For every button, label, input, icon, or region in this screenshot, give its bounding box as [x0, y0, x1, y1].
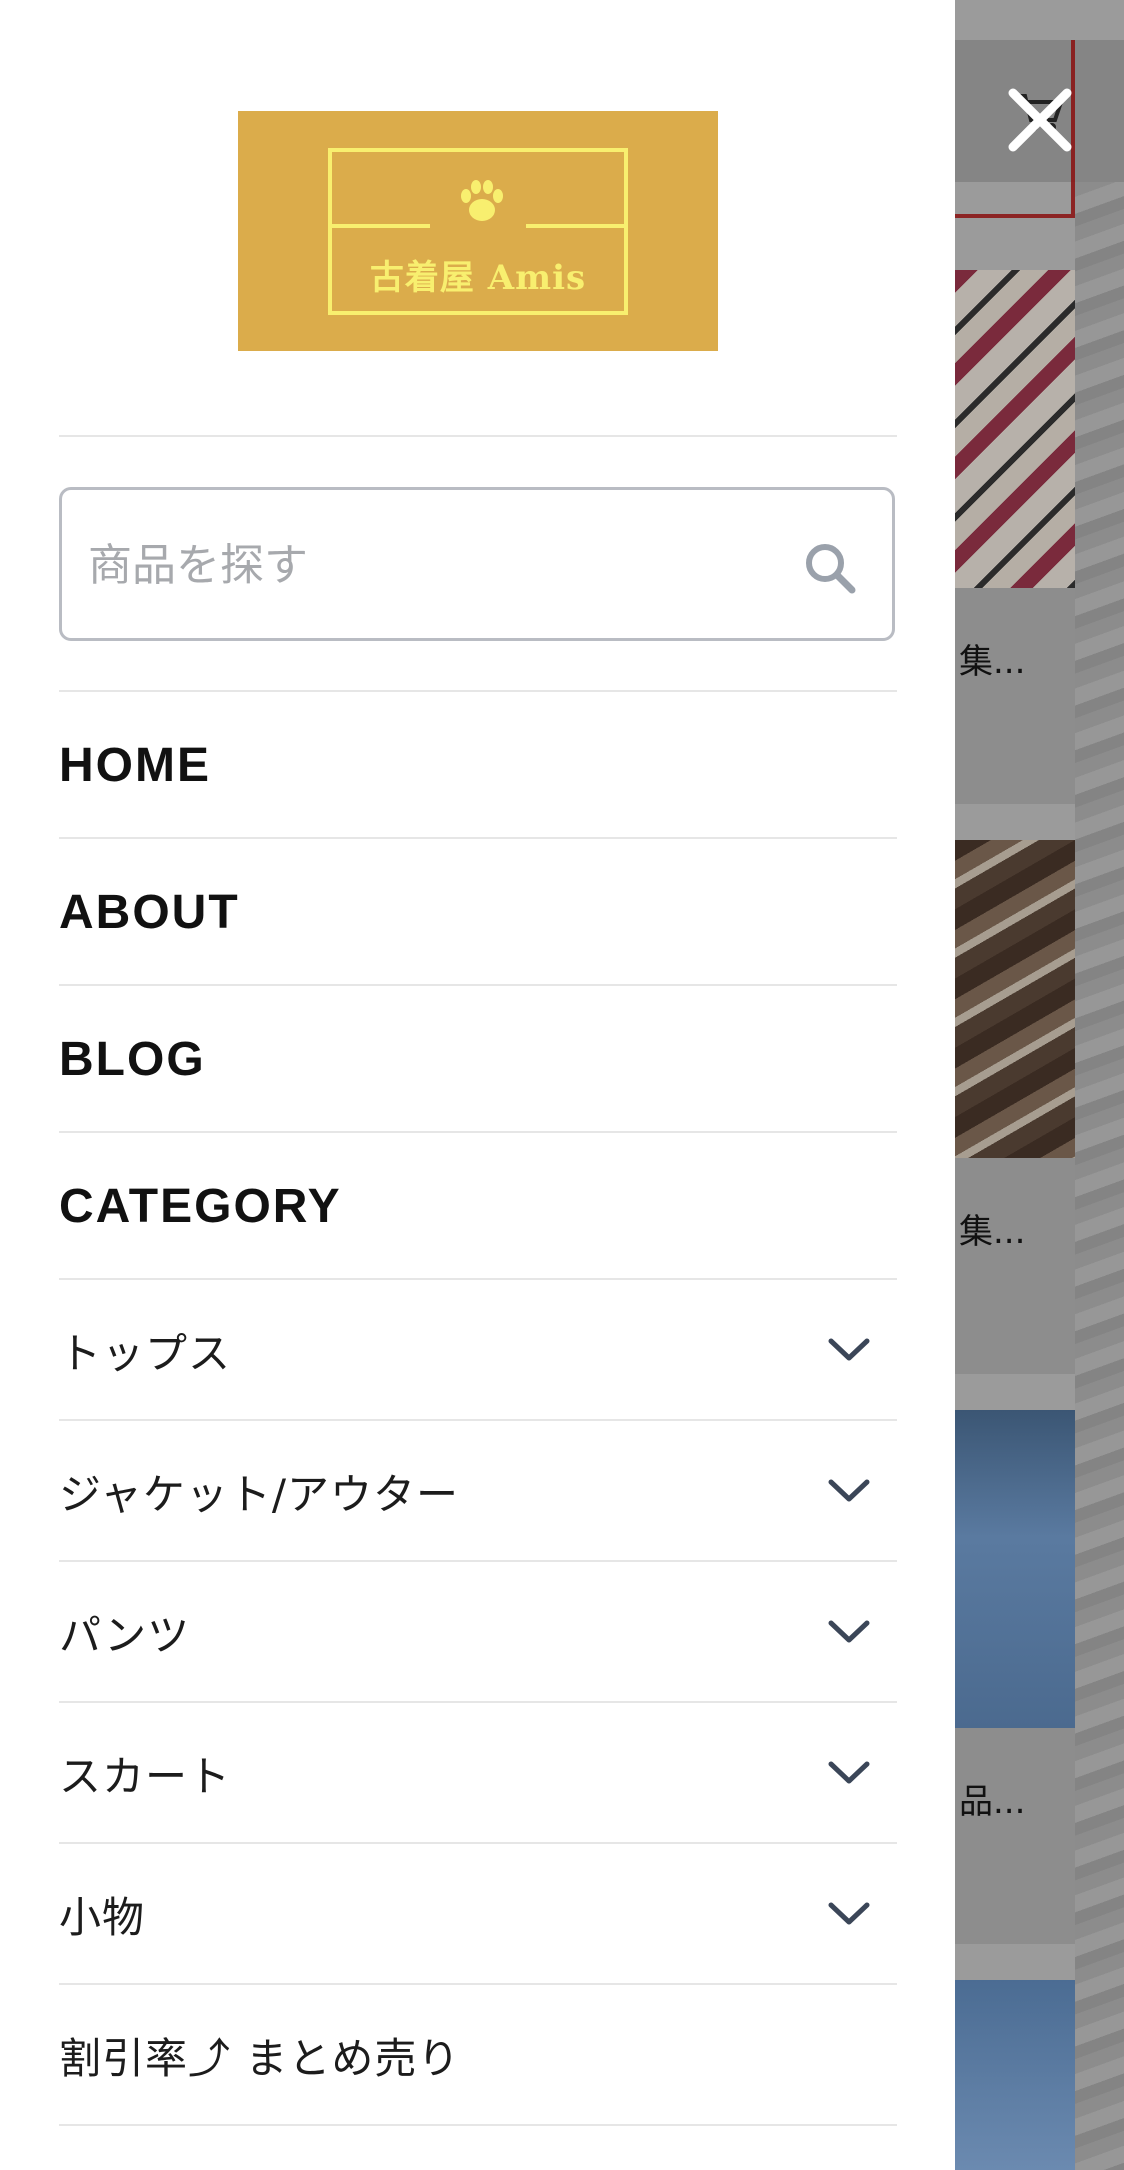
- product-card[interactable]: 集...: [955, 270, 1075, 804]
- category-label: スカート: [59, 1751, 232, 1801]
- nav-about[interactable]: ABOUT: [59, 839, 897, 985]
- chevron-down-icon[interactable]: [819, 1320, 879, 1380]
- logo-divider: [526, 224, 624, 228]
- category-item-bulk-sale[interactable]: 割引率⤴ まとめ売り: [59, 1985, 897, 2125]
- category-item-tops[interactable]: トップス: [59, 1280, 897, 1420]
- category-label: トップス: [59, 1328, 232, 1378]
- nav-label: CATEGORY: [59, 1179, 342, 1233]
- chevron-down-icon[interactable]: [819, 1743, 879, 1803]
- product-card[interactable]: [955, 1980, 1075, 2170]
- product-image: [955, 270, 1075, 588]
- category-item-jacket-outer[interactable]: ジャケット/アウター: [59, 1421, 897, 1561]
- paw-icon: [461, 180, 503, 221]
- product-image: [955, 1410, 1075, 1728]
- category-label: パンツ: [59, 1610, 191, 1660]
- product-image: [955, 840, 1075, 1158]
- chevron-down-icon[interactable]: [819, 1461, 879, 1521]
- search-button[interactable]: [798, 536, 862, 600]
- chevron-down-icon[interactable]: [819, 1884, 879, 1944]
- product-image: [955, 1980, 1075, 2170]
- category-label: 割引率⤴ まとめ売り: [59, 2033, 461, 2083]
- logo-text: 古着屋 Amis: [369, 258, 587, 298]
- logo-divider: [332, 224, 430, 228]
- divider: [59, 435, 897, 437]
- category-item-pants[interactable]: パンツ: [59, 1562, 897, 1702]
- nav-label: ABOUT: [59, 885, 240, 939]
- background-page: 集... 集... 品...: [955, 0, 1124, 2170]
- product-card[interactable]: 集...: [955, 840, 1075, 1374]
- search-box: [59, 487, 895, 641]
- category-label: ジャケット/アウター: [59, 1469, 460, 1519]
- category-item-skirt[interactable]: スカート: [59, 1703, 897, 1843]
- nav-label: HOME: [59, 738, 211, 792]
- category-label: 小物: [59, 1892, 146, 1942]
- nav-label: BLOG: [59, 1032, 206, 1086]
- nav-blog[interactable]: BLOG: [59, 986, 897, 1132]
- divider: [59, 2124, 897, 2126]
- search-icon: [806, 544, 856, 594]
- logo-frame: 古着屋 Amis: [328, 148, 628, 315]
- close-drawer-button[interactable]: [990, 70, 1090, 170]
- nav-category[interactable]: CATEGORY: [59, 1133, 897, 1279]
- product-name: 品...: [959, 1782, 1026, 1822]
- close-icon: [1008, 88, 1072, 152]
- search-input[interactable]: [88, 530, 748, 600]
- product-card[interactable]: 品...: [955, 1410, 1075, 1944]
- category-item-accessories[interactable]: 小物: [59, 1844, 897, 1984]
- chevron-down-icon[interactable]: [819, 1602, 879, 1662]
- nav-home[interactable]: HOME: [59, 692, 897, 838]
- background-texture: [1075, 182, 1124, 2170]
- shop-logo[interactable]: 古着屋 Amis: [238, 111, 718, 351]
- product-name: 集...: [959, 1212, 1026, 1252]
- navigation-drawer: 古着屋 Amis HOME ABOUT BLOG CATEGORY トップス: [0, 0, 955, 2170]
- product-name: 集...: [959, 642, 1026, 682]
